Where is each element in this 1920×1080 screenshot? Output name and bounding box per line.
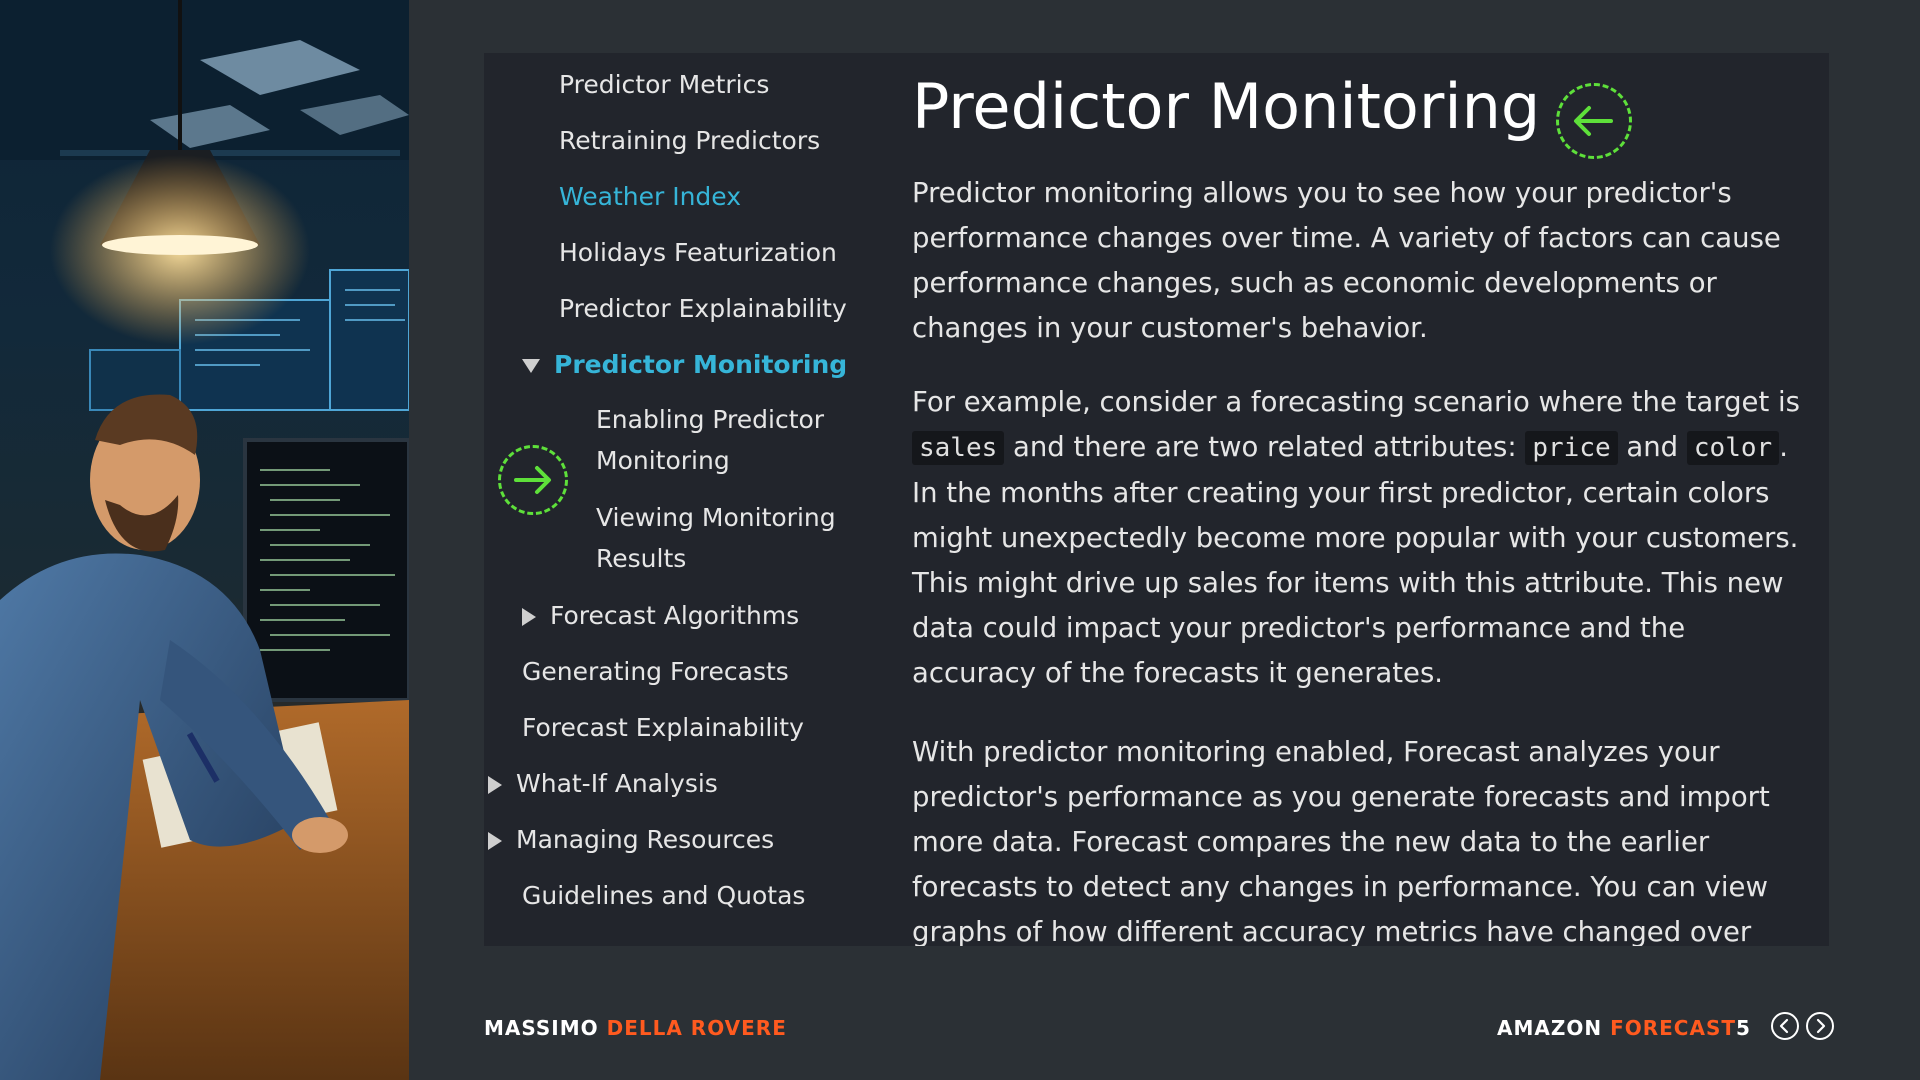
toc-item-viewing-monitoring-results[interactable]: Viewing Monitoring Results (596, 497, 856, 579)
table-of-contents: Predictor Metrics Retraining Predictors … (484, 53, 884, 946)
toc-item-label: Predictor Metrics (559, 70, 770, 99)
caret-right-icon[interactable] (488, 832, 502, 850)
paragraph-intro: Predictor monitoring allows you to see h… (912, 177, 1781, 344)
toc-item-predictor-explainability[interactable]: Predictor Explainability (559, 292, 847, 326)
next-slide-button[interactable] (1806, 1012, 1834, 1040)
author-first-name: MASSIMO (484, 1016, 599, 1040)
paragraph-text: and (1626, 431, 1679, 463)
toc-item-holidays-featurization[interactable]: Holidays Featurization (559, 236, 837, 270)
slide-card: Predictor Metrics Retraining Predictors … (484, 53, 1829, 946)
toc-item-retraining-predictors[interactable]: Retraining Predictors (559, 124, 820, 158)
chevron-right-icon (1816, 1018, 1826, 1034)
code-sales: sales (912, 431, 1005, 465)
arrow-left-icon (1556, 83, 1632, 159)
toc-item-what-if-analysis[interactable]: What-If Analysis (488, 767, 718, 801)
product-title: FORECAST (1610, 1016, 1737, 1040)
caret-right-icon[interactable] (522, 608, 536, 626)
toc-item-label: Forecast Explainability (522, 713, 804, 742)
prev-slide-button[interactable] (1771, 1012, 1799, 1040)
toc-item-predictor-monitoring[interactable]: Predictor Monitoring (522, 348, 847, 382)
toc-item-managing-resources[interactable]: Managing Resources (488, 823, 774, 857)
author-last-name: DELLA ROVERE (606, 1016, 787, 1040)
toc-item-label: What-If Analysis (516, 769, 718, 798)
toc-item-label: Forecast Algorithms (550, 601, 800, 630)
toc-item-forecast-explainability[interactable]: Forecast Explainability (522, 711, 804, 745)
product-name: AMAZON FORECAST (1497, 1014, 1736, 1042)
toc-item-label: Managing Resources (516, 825, 775, 854)
toc-item-label: Holidays Featurization (559, 238, 837, 267)
page-title: Predictor Monitoring (912, 70, 1541, 143)
arrow-right-icon (498, 445, 568, 515)
paragraph-example: For example, consider a forecasting scen… (912, 380, 1817, 696)
toc-item-label: Guidelines and Quotas (522, 881, 806, 910)
toc-item-weather-index[interactable]: Weather Index (559, 180, 741, 214)
chevron-left-icon (1779, 1018, 1789, 1034)
page-number: 5 (1736, 1016, 1750, 1040)
toc-item-label: Generating Forecasts (522, 657, 789, 686)
toc-item-label: Retraining Predictors (559, 126, 821, 155)
toc-item-generating-forecasts[interactable]: Generating Forecasts (522, 655, 789, 689)
code-price: price (1525, 431, 1618, 465)
toc-item-predictor-metrics[interactable]: Predictor Metrics (559, 68, 769, 102)
toc-item-enabling-predictor-monitoring[interactable]: Enabling Predictor Monitoring (596, 399, 856, 481)
toc-item-label: Enabling Predictor Monitoring (596, 405, 825, 475)
paragraph-text: and there are two related attributes: (1013, 431, 1517, 463)
paragraph-monitoring: With predictor monitoring enabled, Forec… (912, 736, 1770, 946)
toc-item-guidelines-and-quotas[interactable]: Guidelines and Quotas (522, 879, 805, 913)
product-brand: AMAZON (1497, 1016, 1603, 1040)
caret-right-icon[interactable] (488, 776, 502, 794)
author-credit: MASSIMO DELLA ROVERE (484, 1014, 787, 1042)
hero-photo (0, 0, 409, 1080)
toc-item-label: Predictor Monitoring (554, 350, 848, 379)
toc-item-forecast-algorithms[interactable]: Forecast Algorithms (522, 599, 799, 633)
paragraph-text: . In the months after creating your firs… (912, 431, 1799, 689)
code-color: color (1686, 431, 1780, 465)
toc-item-label: Predictor Explainability (559, 294, 847, 323)
toc-item-label: Weather Index (559, 182, 742, 211)
paragraph-text: For example, consider a forecasting scen… (912, 386, 1800, 418)
toc-item-label: Viewing Monitoring Results (596, 503, 836, 573)
developer-illustration (0, 0, 409, 1080)
caret-down-icon[interactable] (522, 359, 540, 373)
